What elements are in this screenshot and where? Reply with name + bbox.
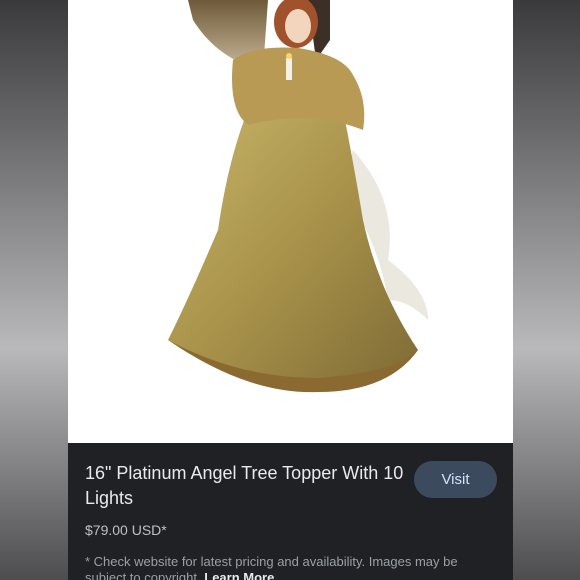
- angel-bodice: [232, 47, 365, 130]
- candle: [286, 58, 292, 80]
- product-image[interactable]: [68, 0, 513, 443]
- background-left: [0, 0, 68, 580]
- angel-figure-illustration: [168, 0, 428, 393]
- learn-more-link[interactable]: Learn More: [204, 570, 274, 580]
- shopping-result-card: 16" Platinum Angel Tree Topper With 10 L…: [68, 0, 513, 580]
- background-right: [513, 0, 580, 580]
- product-title[interactable]: 16" Platinum Angel Tree Topper With 10 L…: [85, 461, 405, 511]
- product-info: 16" Platinum Angel Tree Topper With 10 L…: [68, 443, 513, 580]
- product-price: $79.00 USD*: [85, 522, 167, 538]
- candle-flame: [286, 53, 292, 59]
- angel-face: [285, 9, 311, 43]
- pricing-disclaimer: * Check website for latest pricing and a…: [85, 554, 485, 580]
- visit-button[interactable]: Visit: [414, 461, 497, 498]
